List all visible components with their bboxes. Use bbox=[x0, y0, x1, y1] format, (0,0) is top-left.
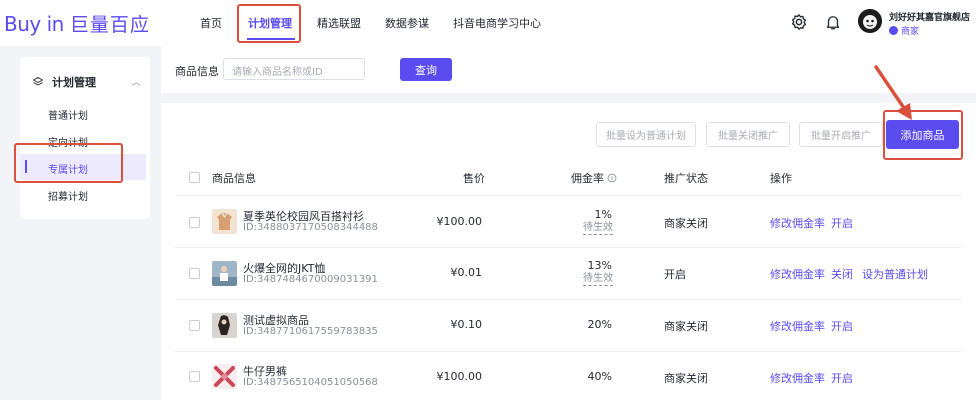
nav-data-advisor[interactable]: 数据参谋 bbox=[385, 15, 429, 31]
search-panel: 商品信息 请输入商品名称或ID 查询 bbox=[161, 46, 976, 93]
nav-selected-alliance[interactable]: 精选联盟 bbox=[317, 15, 361, 31]
logo-text-cn: 巨量百应 bbox=[69, 14, 150, 36]
row-divider bbox=[175, 195, 962, 196]
user-tag-icon bbox=[889, 26, 898, 35]
search-input[interactable]: 请输入商品名称或ID bbox=[223, 58, 365, 80]
sidebar-item-recruit-plan[interactable]: 招募计划 bbox=[48, 188, 88, 203]
commission-rate: 20% bbox=[587, 318, 612, 331]
user-avatar[interactable] bbox=[858, 9, 882, 33]
nav-home[interactable]: 首页 bbox=[200, 15, 222, 31]
highlight-box-sidebar bbox=[14, 143, 123, 183]
product-thumbnail bbox=[212, 364, 237, 389]
edit-commission-link[interactable]: 修改佣金率 bbox=[770, 266, 825, 282]
gear-icon[interactable] bbox=[790, 13, 808, 31]
set-normal-plan-link[interactable]: 设为普通计划 bbox=[862, 266, 928, 282]
edit-commission-link[interactable]: 修改佣金率 bbox=[770, 215, 825, 231]
product-price: ¥100.00 bbox=[436, 370, 483, 383]
enable-link[interactable]: 开启 bbox=[831, 370, 853, 386]
user-role-text: 商家 bbox=[901, 27, 920, 37]
select-all-checkbox[interactable] bbox=[189, 172, 200, 183]
promo-status: 开启 bbox=[664, 268, 686, 281]
row-divider bbox=[175, 247, 962, 248]
product-thumbnail bbox=[212, 261, 237, 286]
col-price: 售价 bbox=[463, 172, 485, 185]
col-commission-label: 佣金率 bbox=[571, 172, 604, 185]
col-commission: 佣金率 bbox=[571, 170, 617, 186]
layers-icon bbox=[33, 77, 43, 86]
commission-pending: 待生效 bbox=[583, 273, 613, 286]
bell-icon[interactable] bbox=[824, 13, 842, 31]
promo-status: 商家关闭 bbox=[664, 372, 708, 385]
product-thumbnail bbox=[212, 209, 237, 234]
search-label: 商品信息 bbox=[175, 65, 219, 78]
row-divider bbox=[175, 299, 962, 300]
row-checkbox[interactable] bbox=[189, 371, 200, 382]
search-button[interactable]: 查询 bbox=[400, 58, 452, 81]
row-checkbox[interactable] bbox=[189, 320, 200, 331]
user-name[interactable]: 刘好好其嘉官旗舰店 bbox=[889, 10, 970, 23]
row-checkbox[interactable] bbox=[189, 217, 200, 228]
bulk-open-button[interactable]: 批量开启推广 bbox=[799, 122, 883, 147]
promo-status: 商家关闭 bbox=[664, 217, 708, 230]
product-id: ID:3487484670009031391 bbox=[243, 274, 378, 285]
top-header: Buy in 巨量百应 首页 计划管理 精选联盟 数据参谋 抖音电商学习中心 刘… bbox=[0, 0, 976, 46]
highlight-box-add bbox=[883, 110, 963, 160]
product-id: ID:3487710617559783835 bbox=[243, 326, 378, 337]
bulk-close-button[interactable]: 批量关闭推广 bbox=[706, 122, 790, 147]
col-actions: 操作 bbox=[770, 172, 792, 185]
enable-link[interactable]: 开启 bbox=[831, 215, 853, 231]
row-checkbox[interactable] bbox=[189, 268, 200, 279]
product-id: ID:3488037170508344488 bbox=[243, 222, 378, 233]
bulk-set-normal-button[interactable]: 批量设为普通计划 bbox=[596, 122, 696, 147]
highlight-box-nav bbox=[237, 4, 301, 43]
edit-commission-link[interactable]: 修改佣金率 bbox=[770, 370, 825, 386]
commission-rate: 13% bbox=[587, 259, 612, 272]
product-id: ID:3487565104051050568 bbox=[243, 377, 378, 388]
user-role-badge: 商家 bbox=[889, 24, 919, 37]
product-thumbnail bbox=[212, 313, 237, 338]
commission-rate: 1% bbox=[594, 208, 612, 221]
product-price: ¥100.00 bbox=[436, 215, 483, 228]
logo-text-en: Buy in bbox=[4, 12, 64, 36]
row-divider bbox=[175, 351, 962, 352]
info-icon[interactable] bbox=[607, 173, 617, 183]
disable-link[interactable]: 关闭 bbox=[831, 266, 853, 282]
nav-learning-center[interactable]: 抖音电商学习中心 bbox=[453, 15, 541, 31]
commission-rate: 40% bbox=[587, 370, 612, 383]
sidebar-group-label: 计划管理 bbox=[52, 76, 96, 89]
enable-link[interactable]: 开启 bbox=[831, 318, 853, 334]
commission-pending: 待生效 bbox=[583, 222, 613, 235]
edit-commission-link[interactable]: 修改佣金率 bbox=[770, 318, 825, 334]
col-status: 推广状态 bbox=[664, 172, 708, 185]
sidebar-group-plan[interactable]: 计划管理 bbox=[32, 74, 96, 90]
sidebar-item-normal-plan[interactable]: 普通计划 bbox=[48, 107, 88, 122]
promo-status: 商家关闭 bbox=[664, 320, 708, 333]
product-price: ¥0.01 bbox=[450, 266, 483, 279]
col-product-info: 商品信息 bbox=[212, 172, 256, 185]
product-table-panel: 批量设为普通计划 批量关闭推广 批量开启推广 添加商品 商品信息 售价 佣金率 … bbox=[161, 103, 976, 400]
product-price: ¥0.10 bbox=[450, 318, 483, 331]
logo[interactable]: Buy in 巨量百应 bbox=[4, 10, 150, 37]
chevron-up-icon[interactable]: ︿ bbox=[132, 75, 141, 88]
